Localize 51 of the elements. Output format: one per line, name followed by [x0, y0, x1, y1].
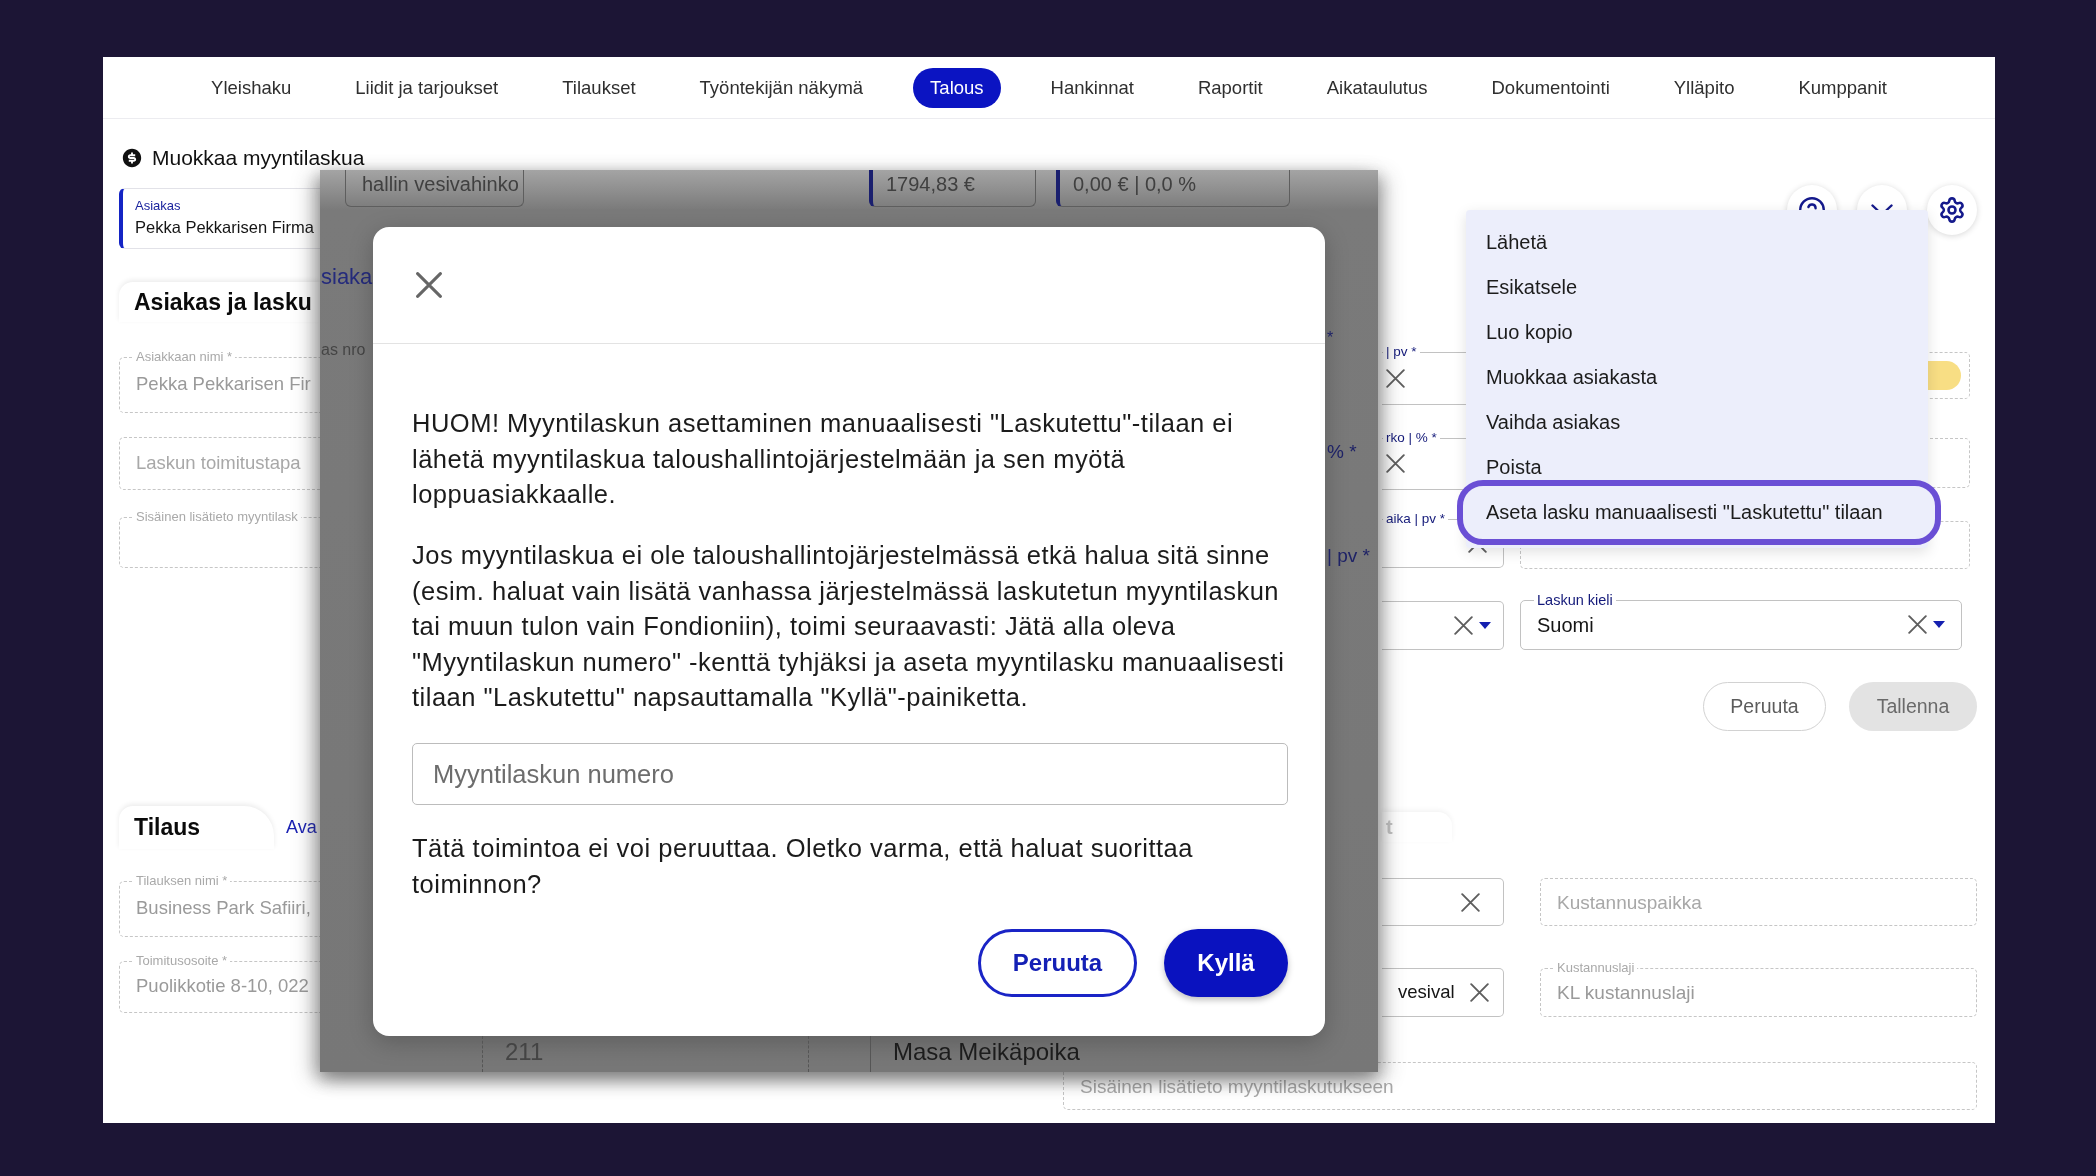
page-title: Muokkaa myyntilaskua	[152, 147, 365, 169]
section-tab[interactable]: Tilaus	[119, 806, 274, 849]
field-label: | pv *	[1327, 545, 1370, 566]
menu-item[interactable]: Aseta lasku manuaalisesti "Laskutettu" tilaan	[1457, 480, 1941, 545]
text-field[interactable]: Myyntilaskun numero	[412, 743, 1288, 805]
nav-tab[interactable]: Työntekijän näkymä	[685, 67, 878, 108]
card-value: Pekka Pekkarisen Firma	[135, 218, 315, 237]
cancel-button[interactable]: Peruuta	[1703, 682, 1826, 731]
dollar-icon	[121, 147, 143, 169]
cross-icon[interactable]	[1454, 616, 1473, 635]
section-heading: siaka	[321, 265, 373, 289]
nav-tab[interactable]: Aikataulutus	[1312, 67, 1442, 108]
nav-tab[interactable]: Liidit ja tarjoukset	[341, 67, 513, 108]
cross-icon[interactable]	[1470, 983, 1489, 1002]
section-tab[interactable]: Asiakas ja lasku	[119, 282, 320, 322]
cross-icon[interactable]	[1386, 368, 1405, 388]
caret-icon[interactable]	[1933, 621, 1945, 628]
menu-item[interactable]: Lähetä	[1466, 220, 1928, 265]
dialog-text: Tätä toimintoa ei voi peruuttaa. Oletko varma, että haluat suorittaa toiminnon?	[412, 833, 1194, 900]
nav-tab[interactable]: Yleishaku	[197, 67, 306, 108]
text-link[interactable]: Ava	[286, 817, 317, 838]
nav-tab[interactable]: Tilaukset	[548, 67, 650, 108]
text-field[interactable]: 1794,83 €	[869, 170, 1036, 207]
text-field[interactable]: Masa Meikäpoika	[870, 1036, 1378, 1072]
select-field[interactable]: Laskun kieli Suomi	[1520, 593, 1962, 650]
cross-icon[interactable]	[1386, 454, 1405, 473]
nav-tab[interactable]: Hankinnat	[1036, 67, 1148, 108]
select-field[interactable]	[1382, 601, 1504, 650]
settings-icon	[1938, 196, 1966, 224]
close-icon	[416, 272, 442, 298]
close-button[interactable]	[416, 272, 442, 298]
nav-tab[interactable]: Ylläpito	[1659, 67, 1749, 108]
field-label: *	[1327, 329, 1334, 347]
text-field[interactable]: vesival	[1382, 968, 1504, 1017]
caret-icon[interactable]	[1479, 622, 1491, 629]
nav-tab[interactable]: Kumppanit	[1784, 67, 1901, 108]
confirm-button[interactable]: Kyllä	[1164, 929, 1288, 997]
card-label: Asiakas	[135, 198, 182, 213]
cross-icon[interactable]	[1461, 892, 1480, 912]
dialog-text: Jos myyntilaskua ei ole taloushallintojärjestelmässä etkä halua sitä sinne (esim. haluat vain lisätä vanhassa järjestelmässä laskutetun myyntilaskun tai muun tulon vain Fondioniin), toimi seuraavasti: Jätä alla oleva "Myyntilaskun numero" -kenttä tyhjäksi ja aseta myyntilasku manuaalisesti tilaan "Laskutettu" napsauttamalla "Kyllä"-painiketta.	[412, 540, 1286, 713]
cross-icon[interactable]	[1908, 615, 1927, 634]
field-label: % *	[1327, 441, 1357, 462]
question-icon	[1799, 197, 1825, 210]
text-field[interactable]	[1382, 878, 1504, 926]
nav-tab[interactable]: Dokumentointi	[1477, 67, 1624, 108]
nav-tab[interactable]: Raportit	[1183, 67, 1277, 108]
cancel-button[interactable]: Peruuta	[978, 929, 1137, 997]
settings-button[interactable]	[1927, 185, 1977, 235]
menu-item[interactable]: Esikatsele	[1466, 265, 1928, 310]
nav-tab[interactable]: Talous	[913, 67, 1001, 108]
dialog-text: HUOM! Myyntilaskun asettaminen manuaalisesti "Laskutettu"-tilaan ei lähetä myyntilaskua taloushallintojärjestelmään ja sen myötä loppuasiakkaalle.	[412, 408, 1235, 510]
